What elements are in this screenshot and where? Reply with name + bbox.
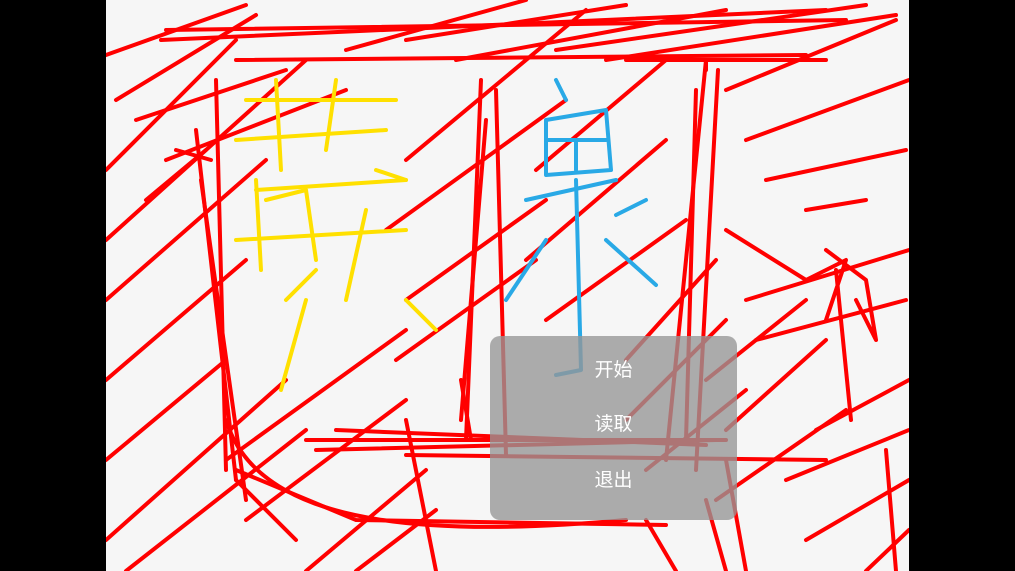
start-button[interactable]: 开始 [490,350,737,390]
title-artwork-canvas: 开始 读取 退出 [106,0,909,571]
load-button[interactable]: 读取 [490,404,737,444]
blue-hand-drawn-glyph [504,78,658,377]
yellow-hand-drawn-glyph [234,78,438,392]
exit-button[interactable]: 退出 [490,460,737,500]
game-screen: 开始 读取 退出 [0,0,1015,571]
main-menu-panel: 开始 读取 退出 [490,336,737,520]
